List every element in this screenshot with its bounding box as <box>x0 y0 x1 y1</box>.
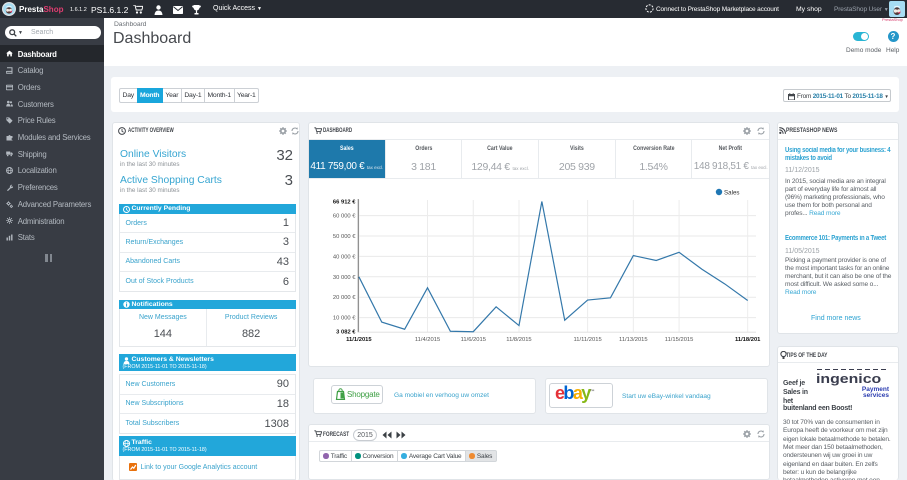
svg-text:11/6/2015: 11/6/2015 <box>461 337 486 343</box>
svg-text:11/4/2015: 11/4/2015 <box>415 337 440 343</box>
svg-text:11/11/2015: 11/11/2015 <box>574 337 602 343</box>
svg-text:11/1/2015: 11/1/2015 <box>346 337 372 343</box>
svg-text:20 000 €: 20 000 € <box>333 295 356 301</box>
svg-text:11/13/2015: 11/13/2015 <box>619 337 648 343</box>
svg-text:66 912 €: 66 912 € <box>333 199 356 205</box>
svg-text:11/15/2015: 11/15/2015 <box>665 337 694 343</box>
svg-text:11/18/201: 11/18/201 <box>735 337 761 343</box>
svg-text:10 000 €: 10 000 € <box>333 316 356 322</box>
svg-text:30 000 €: 30 000 € <box>333 275 356 281</box>
svg-text:3 082 €: 3 082 € <box>336 330 356 336</box>
svg-text:Sales: Sales <box>724 189 739 196</box>
svg-text:11/8/2015: 11/8/2015 <box>506 337 531 343</box>
svg-text:50 000 €: 50 000 € <box>333 234 356 240</box>
svg-text:40 000 €: 40 000 € <box>333 254 356 260</box>
svg-text:60 000 €: 60 000 € <box>333 214 356 220</box>
